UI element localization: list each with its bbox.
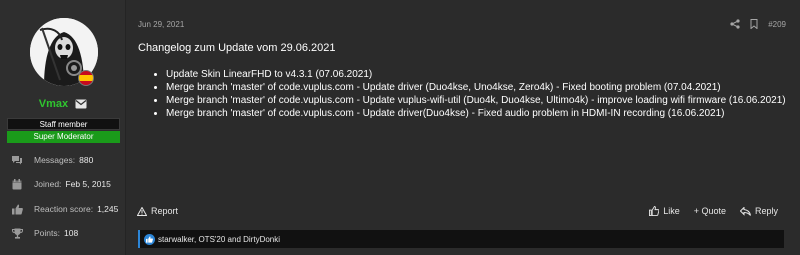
username-row: Vmax <box>0 98 126 110</box>
stat-label: Points: <box>34 228 60 238</box>
post-title: Changelog zum Update vom 29.06.2021 <box>138 42 336 54</box>
reactions-bar: starwalker, OTS'20 and DirtyDonki <box>138 230 784 248</box>
stat-reaction-score: Reaction score: 1,245 <box>10 202 118 216</box>
post-number[interactable]: #209 <box>768 20 786 29</box>
like-label: Like <box>663 206 680 216</box>
changelog-item: Merge branch 'master' of code.vuplus.com… <box>149 81 789 94</box>
like-icon <box>649 206 660 216</box>
changelog-item: Merge branch 'master' of code.vuplus.com… <box>149 94 789 107</box>
report-button[interactable]: Report <box>137 206 178 216</box>
reactions-list-link[interactable]: starwalker, OTS'20 and DirtyDonki <box>158 235 280 244</box>
super-moderator-badge: Super Moderator <box>7 131 120 143</box>
bookmark-icon[interactable] <box>750 19 758 29</box>
calendar-icon <box>10 178 24 190</box>
post-header-actions: #209 <box>730 19 786 29</box>
staff-member-badge: Staff member <box>7 118 120 130</box>
post-main: Jun 29, 2021 #209 Changelog zum Update v… <box>127 0 800 255</box>
post-actions: Like + Quote Reply <box>649 206 778 216</box>
spain-flag-icon <box>78 70 94 86</box>
stat-label: Messages: <box>34 155 76 165</box>
changelog-item: Merge branch 'master' of code.vuplus.com… <box>149 107 789 120</box>
quote-label: + Quote <box>693 206 726 216</box>
stat-value: 880 <box>79 155 94 165</box>
changelog-list: Update Skin LinearFHD to v4.3.1 (07.06.2… <box>149 68 789 120</box>
stat-label: Joined: <box>34 179 62 189</box>
trophy-icon <box>10 227 24 239</box>
stat-value: Feb 5, 2015 <box>65 179 111 189</box>
stat-joined: Joined: Feb 5, 2015 <box>10 177 111 191</box>
like-reaction-icon <box>144 233 155 245</box>
reply-button[interactable]: Reply <box>739 206 778 216</box>
messages-icon <box>10 154 24 166</box>
stat-messages: Messages: 880 <box>10 153 93 167</box>
stat-value: 1,245 <box>97 204 119 214</box>
changelog-item: Update Skin LinearFHD to v4.3.1 (07.06.2… <box>149 68 789 81</box>
username-link[interactable]: Vmax <box>39 98 68 110</box>
user-sidebar: Vmax Staff member Super Moderator Messag… <box>0 0 126 255</box>
quote-button[interactable]: + Quote <box>694 206 726 216</box>
reply-icon <box>739 206 751 216</box>
post-date[interactable]: Jun 29, 2021 <box>138 20 184 29</box>
stat-points: Points: 108 <box>10 226 78 240</box>
reply-label: Reply <box>754 206 778 216</box>
stat-label: Reaction score: <box>34 204 94 214</box>
thumbs-up-icon <box>10 203 24 215</box>
stat-value: 108 <box>64 228 79 238</box>
report-label: Report <box>151 206 179 216</box>
warning-icon <box>137 206 147 216</box>
mail-icon[interactable] <box>75 99 87 109</box>
like-button[interactable]: Like <box>649 206 680 216</box>
forum-post: Vmax Staff member Super Moderator Messag… <box>0 0 800 255</box>
share-icon[interactable] <box>730 19 740 29</box>
